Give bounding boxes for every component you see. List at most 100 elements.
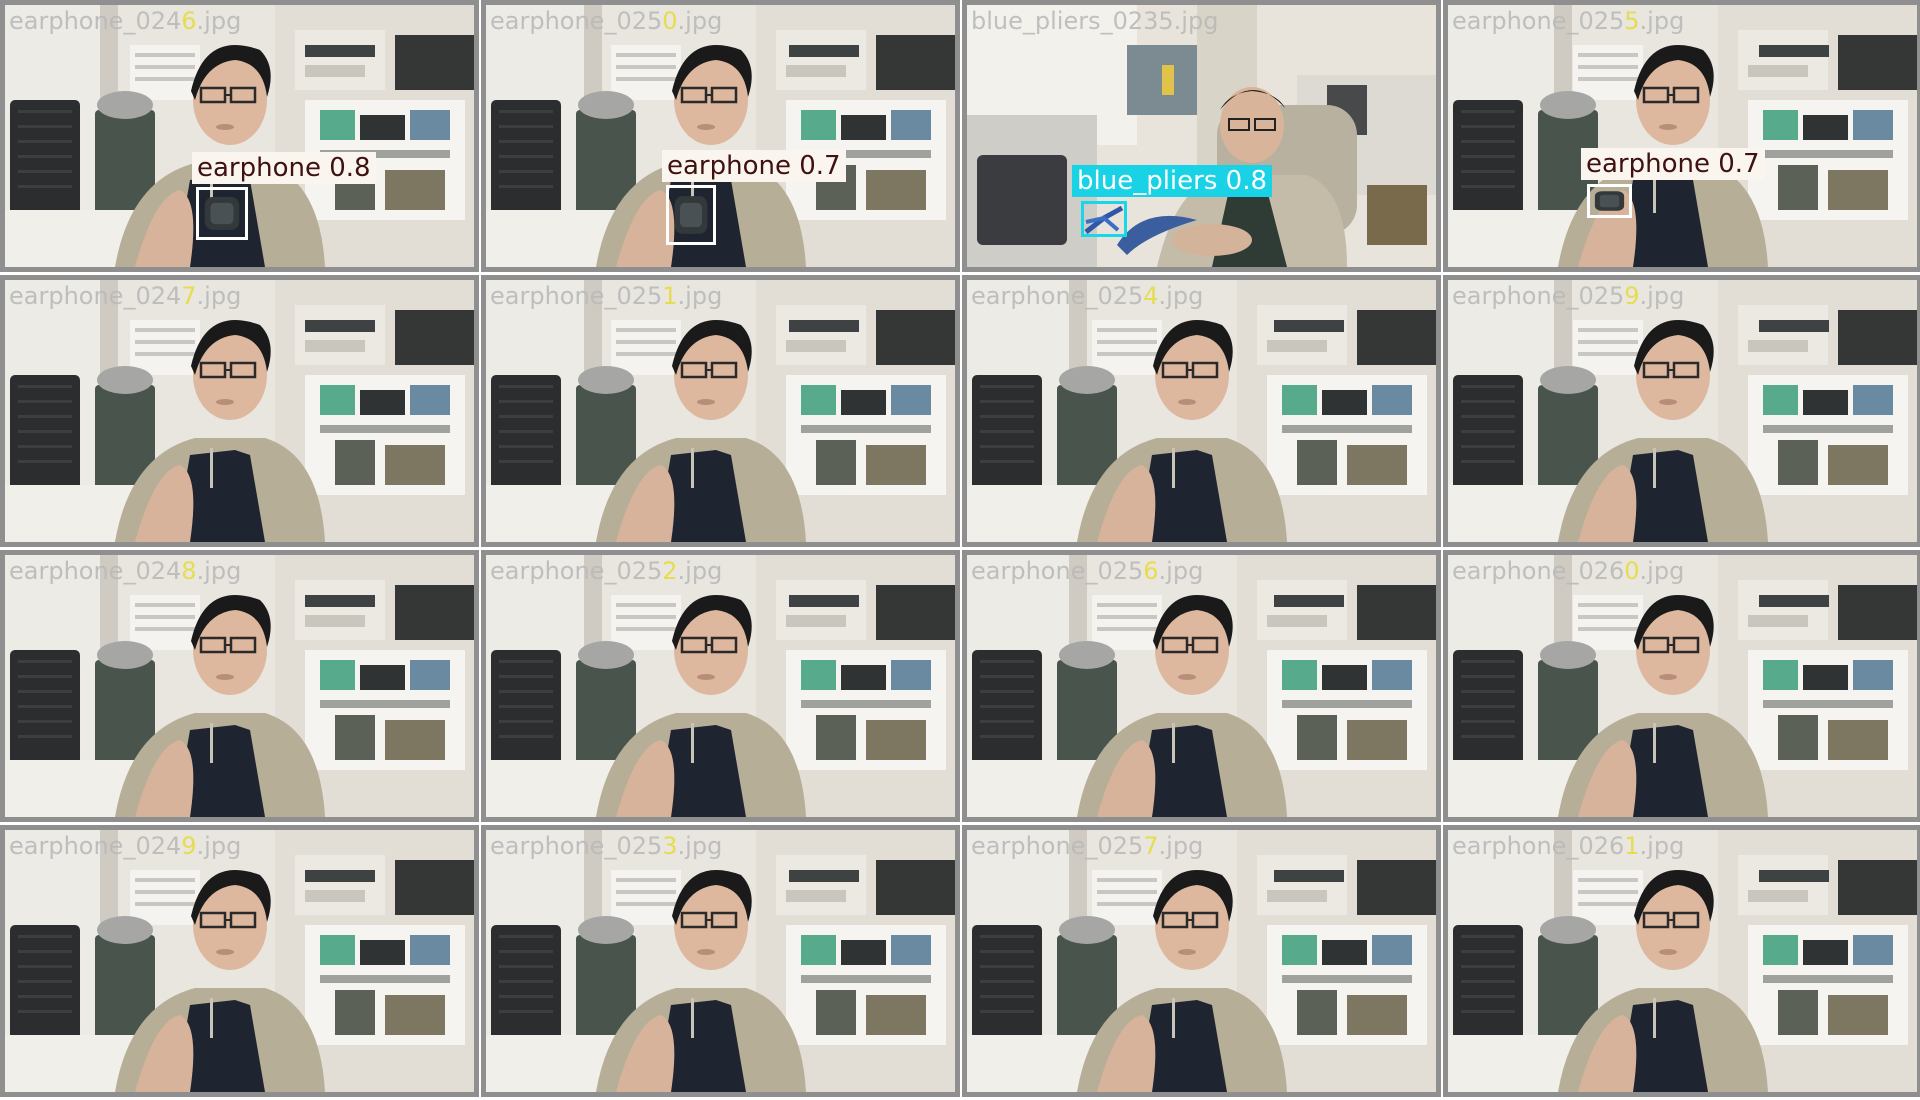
filename-suffix: .jpg	[196, 282, 242, 310]
pliers-bounding-box	[1081, 201, 1127, 237]
filename-highlight: 0	[662, 7, 678, 35]
filename-prefix: earphone_024	[9, 557, 182, 585]
photo-scene	[967, 830, 1436, 1092]
photo-scene	[967, 280, 1436, 542]
detection-tile: earphone_0260.jpgearphone 0.7	[1443, 550, 1920, 822]
filename-highlight: 2	[662, 557, 678, 585]
filename-watermark: earphone_0256.jpg	[971, 557, 1203, 585]
photo-scene	[486, 555, 955, 817]
earphone-case-icon	[204, 197, 240, 230]
photo-scene	[1448, 830, 1917, 1092]
detection-grid: earphone_0246.jpg earphone 0.8 earphone_…	[0, 0, 1920, 1100]
filename-highlight: 9	[1624, 282, 1640, 310]
filename-prefix: earphone_025	[1452, 282, 1625, 310]
detection-label: earphone 0.8	[192, 152, 376, 184]
filename-watermark: earphone_0250.jpg	[490, 7, 722, 35]
filename-suffix: .jpg	[1639, 832, 1685, 860]
earphone-case-icon	[1594, 191, 1625, 211]
detection-tile: earphone_0257.jpgearphone 0.5	[962, 825, 1441, 1097]
filename-highlight: 1	[1624, 832, 1640, 860]
filename-highlight: 0	[1624, 557, 1640, 585]
filename-suffix: .jpg	[196, 7, 242, 35]
filename-highlight: 7	[181, 282, 197, 310]
photo-scene	[486, 5, 955, 267]
filename-prefix: earphone_025	[490, 7, 663, 35]
filename-prefix: earphone_025	[1452, 7, 1625, 35]
filename-prefix: blue_pliers_0235	[971, 7, 1174, 35]
filename-prefix: earphone_024	[9, 282, 182, 310]
detection-tile: earphone_0251.jpgearphone 0.8	[481, 275, 960, 547]
filename-prefix: earphone_024	[9, 832, 182, 860]
filename-prefix: earphone_025	[490, 832, 663, 860]
photo-scene	[5, 280, 474, 542]
filename-highlight: 6	[181, 7, 197, 35]
earphone-bounding-box	[666, 185, 716, 245]
filename-highlight: 8	[181, 557, 197, 585]
detection-tile: earphone_0255.jpg earphone 0.7	[1443, 0, 1920, 272]
photo-scene	[486, 280, 955, 542]
filename-suffix: .jpg	[1639, 557, 1685, 585]
filename-suffix: .jpg	[1158, 282, 1204, 310]
filename-watermark: earphone_0247.jpg	[9, 282, 241, 310]
filename-prefix: earphone_026	[1452, 557, 1625, 585]
filename-watermark: earphone_0252.jpg	[490, 557, 722, 585]
filename-watermark: earphone_0254.jpg	[971, 282, 1203, 310]
detection-tile: earphone_0246.jpg earphone 0.8	[0, 0, 479, 272]
filename-highlight: 7	[1143, 832, 1159, 860]
filename-prefix: earphone_025	[971, 557, 1144, 585]
filename-watermark: earphone_0261.jpg	[1452, 832, 1684, 860]
filename-suffix: .jpg	[1173, 7, 1219, 35]
filename-highlight: 4	[1143, 282, 1159, 310]
photo-scene	[1448, 555, 1917, 817]
filename-watermark: earphone_0255.jpg	[1452, 7, 1684, 35]
photo-scene	[486, 830, 955, 1092]
detection-tile: earphone_0249.jpgearphone 0.8	[0, 825, 479, 1097]
filename-highlight: 9	[181, 832, 197, 860]
photo-scene	[5, 555, 474, 817]
earphone-bounding-box	[1587, 184, 1632, 218]
filename-watermark: earphone_0251.jpg	[490, 282, 722, 310]
photo-scene	[1448, 5, 1917, 267]
filename-watermark: blue_pliers_0235.jpg	[971, 7, 1218, 35]
filename-suffix: .jpg	[196, 557, 242, 585]
filename-prefix: earphone_024	[9, 7, 182, 35]
photo-scene	[5, 830, 474, 1092]
detection-tile: earphone_0261.jpgearphone 0.7	[1443, 825, 1920, 1097]
filename-suffix: .jpg	[677, 832, 723, 860]
filename-suffix: .jpg	[1639, 282, 1685, 310]
detection-tile: earphone_0259.jpgearphone 0.7	[1443, 275, 1920, 547]
filename-watermark: earphone_0259.jpg	[1452, 282, 1684, 310]
detection-tile: earphone_0252.jpgearphone 0.4	[481, 550, 960, 822]
filename-prefix: earphone_026	[1452, 832, 1625, 860]
filename-suffix: .jpg	[1158, 832, 1204, 860]
detection-tile: blue_pliers_0235.jpg blue_pliers 0.8	[962, 0, 1441, 272]
detection-tile: earphone_0256.jpgearphone 0.7	[962, 550, 1441, 822]
detection-label: earphone 0.7	[1581, 148, 1765, 180]
earphone-bounding-box	[196, 187, 248, 240]
detection-tile: earphone_0250.jpg earphone 0.7	[481, 0, 960, 272]
detection-tile: earphone_0253.jpgearphone 0.8	[481, 825, 960, 1097]
detection-label: earphone 0.7	[662, 150, 846, 182]
detection-tile: earphone_0247.jpgearphone 0.7	[0, 275, 479, 547]
filename-suffix: .jpg	[1639, 7, 1685, 35]
photo-scene	[1448, 280, 1917, 542]
filename-suffix: .jpg	[1158, 557, 1204, 585]
filename-suffix: .jpg	[677, 7, 723, 35]
filename-highlight: 3	[662, 832, 678, 860]
filename-suffix: .jpg	[196, 832, 242, 860]
filename-suffix: .jpg	[677, 557, 723, 585]
filename-prefix: earphone_025	[490, 557, 663, 585]
filename-watermark: earphone_0248.jpg	[9, 557, 241, 585]
filename-watermark: earphone_0257.jpg	[971, 832, 1203, 860]
detection-tile: earphone_0254.jpgearphone 0.8	[962, 275, 1441, 547]
filename-highlight: 6	[1143, 557, 1159, 585]
filename-suffix: .jpg	[677, 282, 723, 310]
filename-highlight: 5	[1624, 7, 1640, 35]
earphone-case-icon	[674, 196, 708, 234]
filename-watermark: earphone_0249.jpg	[9, 832, 241, 860]
filename-watermark: earphone_0253.jpg	[490, 832, 722, 860]
filename-watermark: earphone_0260.jpg	[1452, 557, 1684, 585]
filename-highlight: 1	[662, 282, 678, 310]
pliers-icon	[1084, 205, 1124, 234]
filename-prefix: earphone_025	[490, 282, 663, 310]
